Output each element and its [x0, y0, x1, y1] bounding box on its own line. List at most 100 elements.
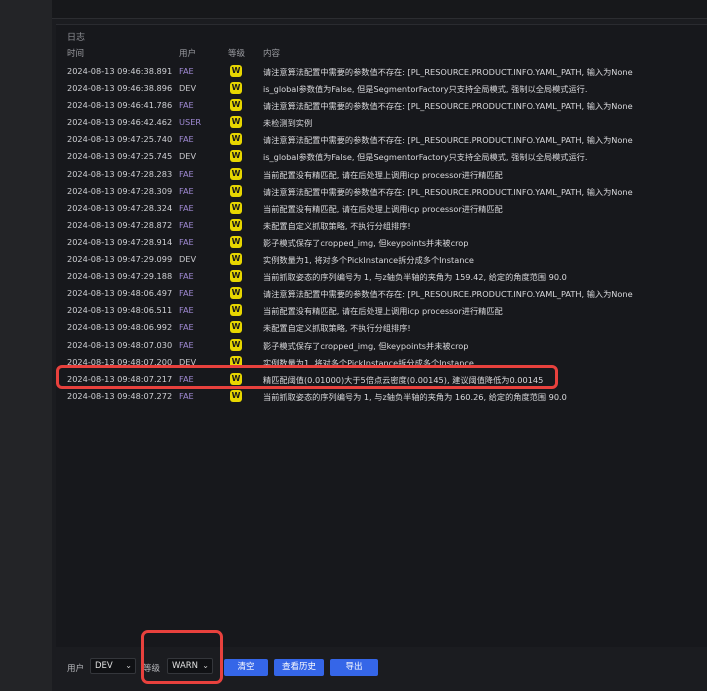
log-user: FAE [179, 305, 194, 316]
log-message: 请注意算法配置中需要的参数值不存在: [PL_RESOURCE.PRODUCT.… [263, 186, 633, 197]
export-button[interactable]: 导出 [330, 659, 378, 676]
log-time: 2024-08-13 09:46:41.786 [67, 100, 173, 111]
log-message: 实例数量为1, 将对多个PickInstance拆分成多个Instance [263, 357, 474, 368]
column-header-time[interactable]: 时间 [67, 47, 84, 59]
log-message: 当前配置没有精匹配, 请在后处理上调用icp processor进行精匹配 [263, 169, 503, 180]
log-row[interactable]: 2024-08-13 09:48:07.217 FAE W 精匹配阈值(0.01000… [56, 371, 707, 388]
log-rows: 2024-08-13 09:46:38.891 FAE W 请注意算法配置中需要的参数… [56, 63, 707, 405]
log-message: 当前抓取姿态的序列编号为 1, 与z轴负半轴的夹角为 160.26, 给定的角度… [263, 391, 567, 402]
log-message: 实例数量为1, 将对多个PickInstance拆分成多个Instance [263, 255, 474, 266]
log-user: FAE [179, 339, 194, 350]
log-user: FAE [179, 66, 194, 76]
log-message: 当前配置没有精匹配, 请在后处理上调用icp processor进行精匹配 [263, 306, 503, 317]
log-time: 2024-08-13 09:47:28.872 [67, 219, 173, 230]
log-user: FAE [179, 322, 194, 333]
warn-level-badge: W [230, 201, 242, 214]
log-row[interactable]: 2024-08-13 09:46:38.891 FAE W 请注意算法配置中需要的参数… [56, 63, 707, 80]
log-user: FAE [179, 219, 194, 230]
log-table-header: 时间 用户 等级 内容 [56, 47, 707, 59]
warn-level-badge: W [230, 167, 242, 180]
log-user: USER [179, 117, 202, 128]
log-row[interactable]: 2024-08-13 09:48:07.200 DEV W 实例数量为1, 将对多个P… [56, 354, 707, 371]
log-time: 2024-08-13 09:47:28.914 [67, 236, 173, 247]
log-time: 2024-08-13 09:47:29.099 [67, 254, 173, 265]
log-message: 未配置自定义抓取策略, 不执行分组排序! [263, 323, 411, 334]
left-sidebar [0, 0, 52, 691]
warn-level-badge: W [230, 65, 242, 77]
log-panel: 日志 时间 用户 等级 内容 2024-08-13 09:46:38.891 FA… [56, 24, 707, 647]
warn-level-badge: W [230, 321, 242, 334]
log-row[interactable]: 2024-08-13 09:48:07.030 FAE W 影子模式保存了croppe… [56, 337, 707, 354]
log-time: 2024-08-13 09:47:29.188 [67, 271, 173, 282]
log-row[interactable]: 2024-08-13 09:46:41.786 FAE W 请注意算法配置中需要的参数… [56, 97, 707, 114]
log-user: DEV [179, 356, 197, 367]
log-row[interactable]: 2024-08-13 09:47:28.872 FAE W 未配置自定义抓取策略, 不… [56, 217, 707, 234]
log-user: FAE [179, 100, 194, 111]
warn-level-badge: W [230, 133, 242, 146]
top-bar [52, 0, 707, 19]
warn-level-badge: W [230, 235, 242, 248]
log-time: 2024-08-13 09:48:06.497 [67, 288, 173, 299]
column-header-message[interactable]: 内容 [263, 47, 280, 59]
log-time: 2024-08-13 09:46:42.462 [67, 117, 173, 128]
log-message: 影子模式保存了cropped_img, 但keypoints并未被crop [263, 237, 469, 248]
column-header-level[interactable]: 等级 [228, 47, 245, 59]
log-message: 请注意算法配置中需要的参数值不存在: [PL_RESOURCE.PRODUCT.… [263, 101, 633, 112]
warn-level-badge: W [230, 338, 242, 351]
log-row[interactable]: 2024-08-13 09:47:28.309 FAE W 请注意算法配置中需要的参数… [56, 183, 707, 200]
warn-level-badge: W [230, 304, 242, 317]
level-filter-label: 等级 [143, 664, 161, 674]
log-row[interactable]: 2024-08-13 09:47:29.188 FAE W 当前抓取姿态的序列编号为 … [56, 268, 707, 285]
log-row[interactable]: 2024-08-13 09:47:28.283 FAE W 当前配置没有精匹配, 请在… [56, 166, 707, 183]
log-time: 2024-08-13 09:48:06.511 [67, 305, 173, 316]
log-message: 请注意算法配置中需要的参数值不存在: [PL_RESOURCE.PRODUCT.… [263, 135, 633, 146]
user-filter-select[interactable]: DEV ⌄ [90, 658, 136, 674]
level-filter-value: WARN [172, 661, 199, 671]
column-header-user[interactable]: 用户 [179, 47, 196, 59]
log-row[interactable]: 2024-08-13 09:48:06.511 FAE W 当前配置没有精匹配, 请在… [56, 302, 707, 319]
log-row[interactable]: 2024-08-13 09:47:25.745 DEV Wis_global参数值为… [56, 148, 707, 165]
chevron-down-icon: ⌄ [125, 661, 132, 670]
view-history-button[interactable]: 查看历史 [274, 659, 324, 676]
chevron-down-icon: ⌄ [202, 661, 209, 670]
log-time: 2024-08-13 09:46:38.896 [67, 83, 173, 94]
log-user: DEV [179, 254, 197, 265]
log-time: 2024-08-13 09:47:25.740 [67, 134, 173, 145]
level-filter-select[interactable]: WARN ⌄ [167, 658, 213, 674]
warn-level-badge: W [230, 150, 242, 163]
log-message: 请注意算法配置中需要的参数值不存在: [PL_RESOURCE.PRODUCT.… [263, 67, 633, 77]
user-filter-value: DEV [95, 661, 113, 671]
log-row[interactable]: 2024-08-13 09:48:06.992 FAE W 未配置自定义抓取策略, 不… [56, 319, 707, 336]
log-row[interactable]: 2024-08-13 09:47:28.914 FAE W 影子模式保存了croppe… [56, 234, 707, 251]
log-row[interactable]: 2024-08-13 09:47:28.324 FAE W 当前配置没有精匹配, 请在… [56, 200, 707, 217]
log-user: FAE [179, 373, 194, 384]
log-user: FAE [179, 134, 194, 145]
panel-title: 日志 [67, 33, 86, 43]
log-row[interactable]: 2024-08-13 09:48:07.272 FAE W 当前抓取姿态的序列编号为 … [56, 388, 707, 405]
log-user: FAE [179, 390, 194, 401]
warn-level-badge: W [230, 184, 242, 197]
log-time: 2024-08-13 09:48:07.272 [67, 390, 173, 401]
log-row[interactable]: 2024-08-13 09:46:38.896 DEV Wis_global参数值为… [56, 80, 707, 97]
log-row[interactable]: 2024-08-13 09:47:25.740 FAE W 请注意算法配置中需要的参数… [56, 131, 707, 148]
log-user: FAE [179, 168, 194, 179]
log-time: 2024-08-13 09:48:06.992 [67, 322, 173, 333]
log-user: DEV [179, 151, 197, 162]
log-user: FAE [179, 202, 194, 213]
log-time: 2024-08-13 09:48:07.200 [67, 356, 173, 367]
log-message: 请注意算法配置中需要的参数值不存在: [PL_RESOURCE.PRODUCT.… [263, 289, 633, 300]
log-row[interactable]: 2024-08-13 09:46:42.462 USER W 未检测到实例 [56, 114, 707, 131]
warn-level-badge: W [230, 82, 242, 95]
log-row[interactable]: 2024-08-13 09:47:29.099 DEV W 实例数量为1, 将对多个P… [56, 251, 707, 268]
log-time: 2024-08-13 09:48:07.217 [67, 373, 173, 384]
log-time: 2024-08-13 09:46:38.891 [67, 66, 173, 76]
warn-level-badge: W [230, 253, 242, 266]
log-user: DEV [179, 83, 197, 94]
clear-button[interactable]: 清空 [224, 659, 268, 676]
log-time: 2024-08-13 09:47:28.324 [67, 202, 173, 213]
warn-level-badge: W [230, 99, 242, 112]
log-row[interactable]: 2024-08-13 09:48:06.497 FAE W 请注意算法配置中需要的参数… [56, 285, 707, 302]
log-user: FAE [179, 236, 194, 247]
warn-level-badge: W [230, 116, 242, 129]
warn-level-badge: W [230, 270, 242, 283]
